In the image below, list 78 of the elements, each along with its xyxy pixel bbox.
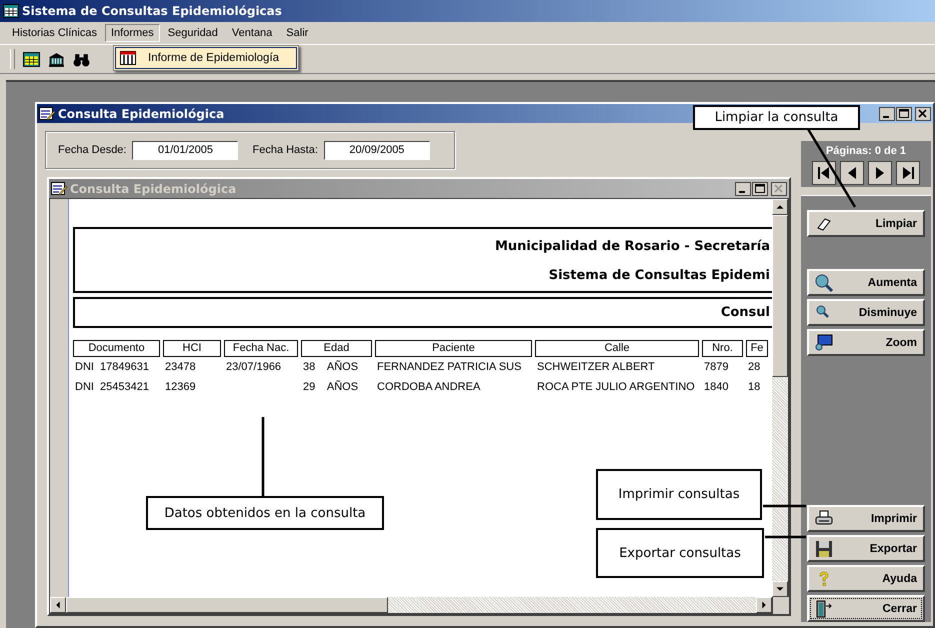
column-header: Edad <box>301 340 372 357</box>
column-header: Fecha Nac. <box>224 340 298 357</box>
scroll-down-arrow-icon[interactable] <box>772 581 788 597</box>
side-button[interactable]: Aumenta <box>807 269 925 296</box>
column-header: Calle <box>535 340 699 357</box>
window-title: Consulta Epidemiológica <box>70 182 236 196</box>
page-count: Páginas: 0 de 1 <box>826 145 906 157</box>
columns-icon <box>120 51 136 65</box>
table-cell-text: CORDOBA ANDREA <box>376 380 482 395</box>
next-page-icon[interactable] <box>867 161 893 185</box>
date-field[interactable]: 01/01/2005 <box>132 140 238 160</box>
field-label: Fecha Hasta: <box>252 144 318 156</box>
magnifier-icon <box>815 274 833 292</box>
scrollbar-thumb[interactable] <box>66 597 388 613</box>
column-header: Documento <box>73 340 160 357</box>
table-cell-text: ROCA PTE JULIO ARGENTINO <box>536 380 696 395</box>
table-icon[interactable] <box>23 52 40 66</box>
callout-note: Exportar consultas <box>596 528 764 578</box>
previous-page-icon[interactable] <box>839 161 865 185</box>
horizontal-scrollbar[interactable] <box>49 597 773 614</box>
side-button[interactable]: Imprimir <box>807 505 925 532</box>
printer-icon <box>815 510 833 528</box>
column-header: HCI <box>163 340 221 357</box>
menu-item[interactable]: Salir <box>280 24 314 42</box>
side-button[interactable]: Exportar <box>807 535 925 562</box>
side-button[interactable]: Zoom <box>807 329 925 356</box>
scroll-up-arrow-icon[interactable] <box>772 199 788 215</box>
vertical-scrollbar[interactable] <box>772 199 788 597</box>
close-icon[interactable] <box>915 106 931 120</box>
leader-line <box>765 536 806 538</box>
menu-item[interactable]: Historias Clínicas <box>6 24 103 42</box>
column-header: Nro. <box>702 340 743 357</box>
scrollbar-thumb[interactable] <box>772 215 788 377</box>
binoculars-icon[interactable] <box>73 52 90 66</box>
report-heading: Sistema de Consultas Epidemi <box>548 268 770 283</box>
building-icon[interactable] <box>48 52 65 66</box>
leader-line <box>763 504 806 508</box>
table-cell-text: 18 <box>747 380 762 395</box>
side-button[interactable]: Ayuda <box>807 565 925 592</box>
side-button[interactable]: Disminuye <box>807 299 925 326</box>
table-cell-text: 1840 <box>703 380 730 395</box>
table-cell-text: 29 AÑOS <box>302 379 360 395</box>
report-subtitle: Consul <box>720 305 770 320</box>
table-cell-text: 38 AÑOS <box>302 359 360 375</box>
side-button[interactable]: Cerrar <box>807 595 925 622</box>
menu-item[interactable]: Seguridad <box>162 24 224 42</box>
window-title: Consulta Epidemiológica <box>58 106 224 120</box>
table-cell-text: SCHWEITZER ALBERT <box>536 360 656 375</box>
dropdown-menu-item[interactable]: Informe de Epidemiología <box>113 45 299 71</box>
maximize-icon[interactable] <box>896 106 912 120</box>
table-cell-text: 28 <box>747 360 762 375</box>
report-icon <box>51 182 67 196</box>
table-cell-text: 12369 <box>164 380 197 395</box>
field-label: Fecha Desde: <box>58 144 126 156</box>
report-heading: Municipalidad de Rosario - Secretaría <box>494 239 770 254</box>
table-cell-text: DNI 25453421 <box>74 380 150 395</box>
table-cell-text: 23478 <box>164 360 197 375</box>
callout-note: Imprimir consultas <box>596 469 762 520</box>
column-header: Paciente <box>375 340 532 357</box>
side-button[interactable]: Limpiar <box>807 210 925 237</box>
menu-item[interactable]: Ventana <box>226 24 278 42</box>
table-icon <box>3 4 19 18</box>
monitor-icon <box>815 334 833 352</box>
table-cell-text: 7879 <box>703 360 730 375</box>
table-cell-text: 23/07/1966 <box>225 360 282 375</box>
table-cell-text: FERNANDEZ PATRICIA SUS <box>376 360 522 375</box>
date-field[interactable]: 20/09/2005 <box>324 140 430 160</box>
first-page-icon[interactable] <box>811 161 837 185</box>
table-cell-text: DNI 17849631 <box>74 360 150 375</box>
callout-note: Limpiar la consulta <box>693 105 860 130</box>
window-title: Sistema de Consultas Epidemiológicas <box>22 4 282 18</box>
menu-item[interactable]: Informes <box>104 24 160 42</box>
column-header: Fe <box>746 340 768 357</box>
callout-note: Datos obtenidos en la consulta <box>146 496 384 530</box>
report-icon <box>39 106 55 120</box>
door-exit-icon <box>815 600 833 618</box>
last-page-icon[interactable] <box>895 161 921 185</box>
minimize-icon[interactable] <box>879 106 895 120</box>
